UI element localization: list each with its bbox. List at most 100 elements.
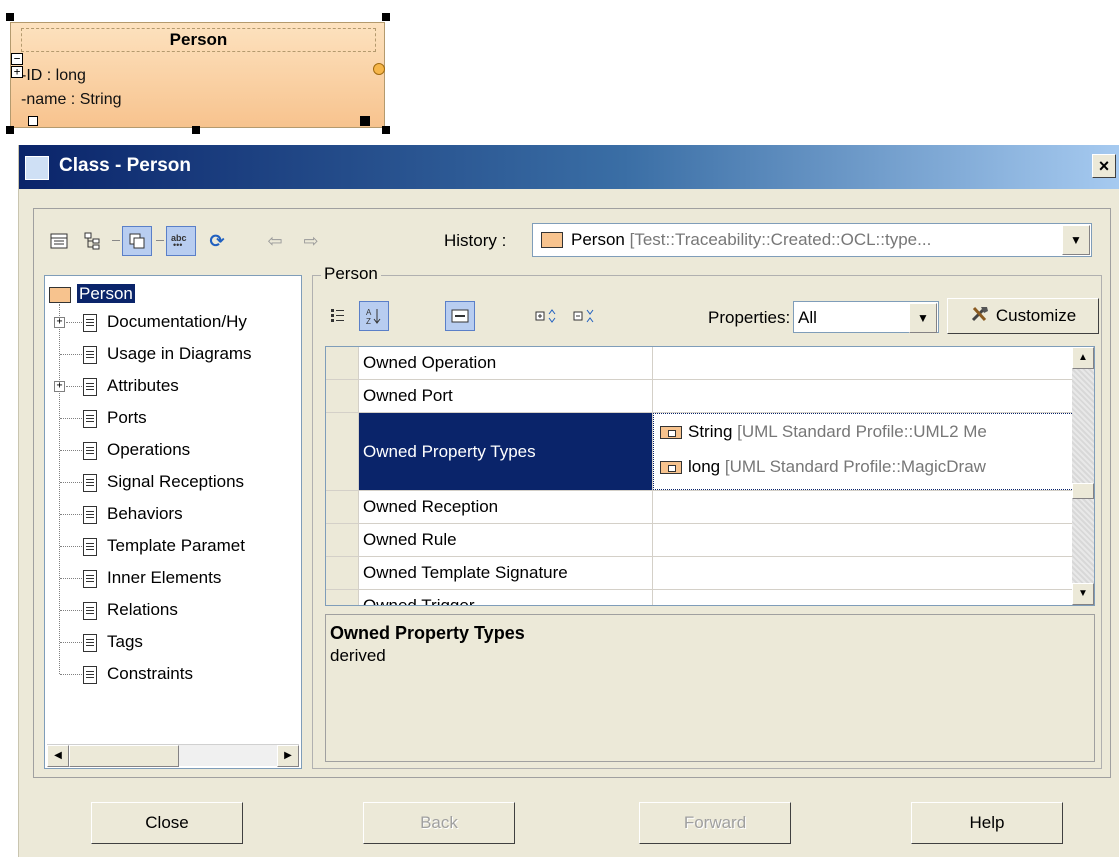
table-row[interactable]: Owned Operation [326,347,1074,380]
properties-label: Properties: [708,308,791,327]
scroll-thumb[interactable] [1072,483,1094,499]
expand-icon[interactable]: + [54,381,65,392]
page-icon [83,601,97,620]
properties-filter-dropdown[interactable]: All ▼ [793,301,939,333]
table-vertical-scrollbar[interactable]: ▲ ▼ [1072,347,1094,605]
svg-text:•••: ••• [173,240,182,250]
property-description: Owned Property Types derived [325,614,1095,762]
uml-class-name: Person [21,28,376,52]
back-button[interactable]: Back [363,802,515,844]
resize-handle[interactable] [192,126,200,134]
history-path: [Test::Traceability::Created::OCL::type.… [624,230,932,249]
customize-button[interactable]: Customize [947,298,1099,334]
tree-item-signal-receptions[interactable]: Signal Receptions [83,470,244,494]
datatype-icon [660,461,682,475]
tree-item-constraints[interactable]: Constraints [83,662,193,686]
page-icon [83,633,97,652]
tree-item-usage-in-diagrams[interactable]: Usage in Diagrams [83,342,252,366]
class-icon [25,156,49,180]
history-dropdown[interactable]: Person [Test::Traceability::Created::OCL… [532,223,1092,257]
tree-item-template-parameters[interactable]: Template Paramet [83,534,245,558]
resize-handle[interactable] [382,126,390,134]
tree-item-behaviors[interactable]: Behaviors [83,502,183,526]
collapse-icon[interactable]: − [11,53,23,65]
tools-icon [970,305,990,328]
property-value[interactable]: String [UML Standard Profile::UML2 Me [660,422,1072,442]
tree-item-attributes[interactable]: Attributes [83,374,179,398]
description-title: Owned Property Types [330,623,525,643]
compartment-icon[interactable] [360,116,370,126]
compartment-icon[interactable] [28,116,38,126]
resize-handle[interactable] [6,13,14,21]
class-icon [49,286,71,303]
table-row[interactable]: Owned Port [326,380,1074,413]
show-inherited-icon[interactable] [122,226,152,256]
forward-button[interactable]: Forward [639,802,791,844]
table-row[interactable]: Owned Rule [326,524,1074,557]
tree-item-operations[interactable]: Operations [83,438,190,462]
scroll-thumb[interactable] [69,745,179,767]
tree-item-tags[interactable]: Tags [83,630,143,654]
expand-icon[interactable]: + [11,66,23,78]
table-row[interactable]: Owned Reception [326,491,1074,524]
scroll-left-icon[interactable]: ◀ [47,745,69,767]
dialog-content: abc ••• ⟳ ⇦ ⇨ History : Person [Test::Tra… [33,208,1111,778]
description-toggle-icon[interactable] [445,301,475,331]
tree-horizontal-scrollbar[interactable]: ◀ ▶ [47,744,299,767]
uml-class-person[interactable]: Person -ID : long -name : String [10,22,385,128]
element-tree[interactable]: Person + Documentation/Hy Usage in Diagr… [44,275,302,769]
property-value[interactable]: long [UML Standard Profile::MagicDraw [660,457,1072,477]
tree-item-inner-elements[interactable]: Inner Elements [83,566,221,590]
page-icon [83,665,97,684]
page-icon [83,441,97,460]
dialog-titlebar[interactable]: Class - Person × [19,145,1119,189]
resize-handle[interactable] [382,13,390,21]
page-icon [83,377,97,396]
page-icon [83,409,97,428]
scroll-down-icon[interactable]: ▼ [1072,583,1094,605]
close-button[interactable]: Close [91,802,243,844]
tree-item-ports[interactable]: Ports [83,406,147,430]
tree-item-root[interactable]: Person [49,282,135,306]
table-row[interactable]: Owned Template Signature [326,557,1074,590]
specification-dialog: Class - Person × abc ••• ⟳ ⇦ ⇨ History : … [18,145,1119,857]
history-value: Person [571,230,625,249]
scroll-right-icon[interactable]: ▶ [277,745,299,767]
refresh-icon[interactable]: ⟳ [202,226,232,256]
scroll-up-icon[interactable]: ▲ [1072,347,1094,369]
uml-attribute-name: -name : String [21,91,122,108]
chevron-down-icon[interactable]: ▼ [1062,225,1090,255]
properties-table[interactable]: Owned Operation Owned Port Owned Propert… [325,346,1095,606]
collapse-all-icon[interactable] [569,301,599,331]
tree-item-relations[interactable]: Relations [83,598,178,622]
svg-text:Z: Z [366,317,371,325]
resize-handle[interactable] [6,126,14,134]
tree-view-icon[interactable] [78,226,108,256]
expand-icon[interactable]: + [54,317,65,328]
properties-filter-value: All [798,308,817,327]
uml-port-icon[interactable] [373,63,385,75]
page-icon [83,313,97,332]
uml-attribute-id: -ID : long [21,67,86,84]
chevron-down-icon[interactable]: ▼ [909,303,937,333]
page-icon [83,537,97,556]
history-label: History : [444,231,507,250]
sort-alphabetically-icon[interactable]: AZ [359,301,389,331]
categorized-view-icon[interactable] [323,301,353,331]
datatype-icon [660,426,682,440]
class-icon [541,232,563,248]
back-arrow-icon[interactable]: ⇦ [260,226,290,256]
description-text: derived [330,646,386,665]
forward-arrow-icon[interactable]: ⇨ [296,226,326,256]
page-icon [83,505,97,524]
abc-names-icon[interactable]: abc ••• [166,226,196,256]
show-table-icon[interactable] [44,226,74,256]
table-row[interactable]: Owned Trigger [326,590,1074,605]
expand-all-icon[interactable] [531,301,561,331]
close-window-button[interactable]: × [1092,154,1116,178]
group-title: Person [321,264,381,284]
tree-item-documentation[interactable]: Documentation/Hy [83,310,247,334]
properties-group: Person AZ Properties: All ▼ Customize Ow… [312,264,1102,769]
table-row-selected[interactable]: Owned Property Types String [UML Standar… [326,413,1074,491]
help-button[interactable]: Help [911,802,1063,844]
